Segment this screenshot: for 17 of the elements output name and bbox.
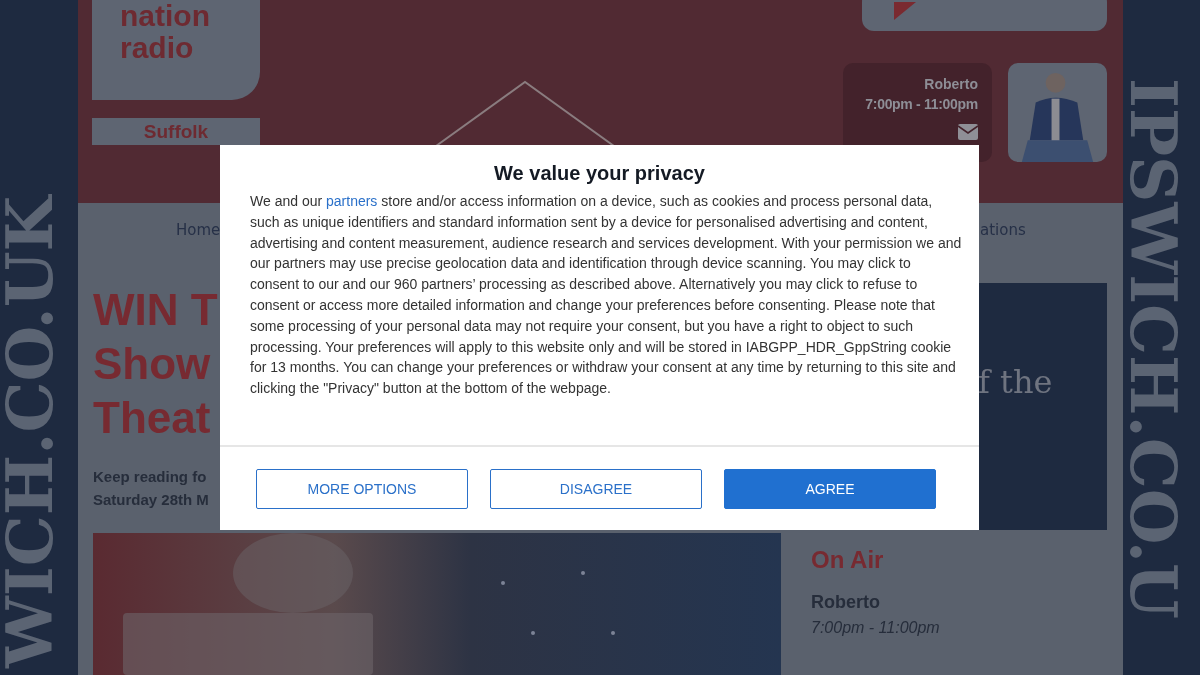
dialog-title: We value your privacy	[493, 162, 706, 185]
option-button[interactable]: DISAGREE	[490, 468, 702, 509]
presenter-name: Roberto	[924, 76, 978, 92]
mail-icon[interactable]	[958, 124, 978, 140]
site-banner-text: IPSWICH.CO.U	[1123, 78, 1191, 619]
presenter-time: 7:00pm - 11:00pm	[865, 96, 978, 112]
play-icon	[892, 2, 916, 20]
advert-text: f the	[978, 363, 1053, 401]
agree-button[interactable]: AGREE	[724, 468, 936, 509]
region-label: Suffolk	[92, 118, 260, 145]
consent-text: We and our partners store and/or access information on a device, such as cookies and process personal data, such as unique identifiers and standard information sent by a device for personalised advertising and content, advertising and content measurement, audience research and services development. With your permission we and our partners may use precise geolocation data and identification through device scanning. You may click to consent to our and our 960 partners’ processing as described above. Alternatively you may click to refuse to consent or access more detailed information and change your preferences before consenting. Please note that some processing of your personal data may not require your consent, but you have a right to object to such processing. Your preferences will apply to this website only and will be stored in IABGPP_HDR_GppString cookie for 13 months. You can change your preferences or withdraw your consent at any time by returning to this site and clicking the "Privacy" button at the bottom of the webpage.	[250, 192, 962, 399]
partners-link[interactable]: partners	[326, 193, 378, 209]
logo-text: nation radio	[120, 0, 211, 64]
section-heading: On Air	[811, 546, 885, 574]
site-banner-text: WICH.CO.UK	[0, 195, 67, 668]
option-button[interactable]: MORE OPTIONS	[256, 468, 468, 509]
article-headline: WIN T Show Theat	[93, 284, 218, 444]
